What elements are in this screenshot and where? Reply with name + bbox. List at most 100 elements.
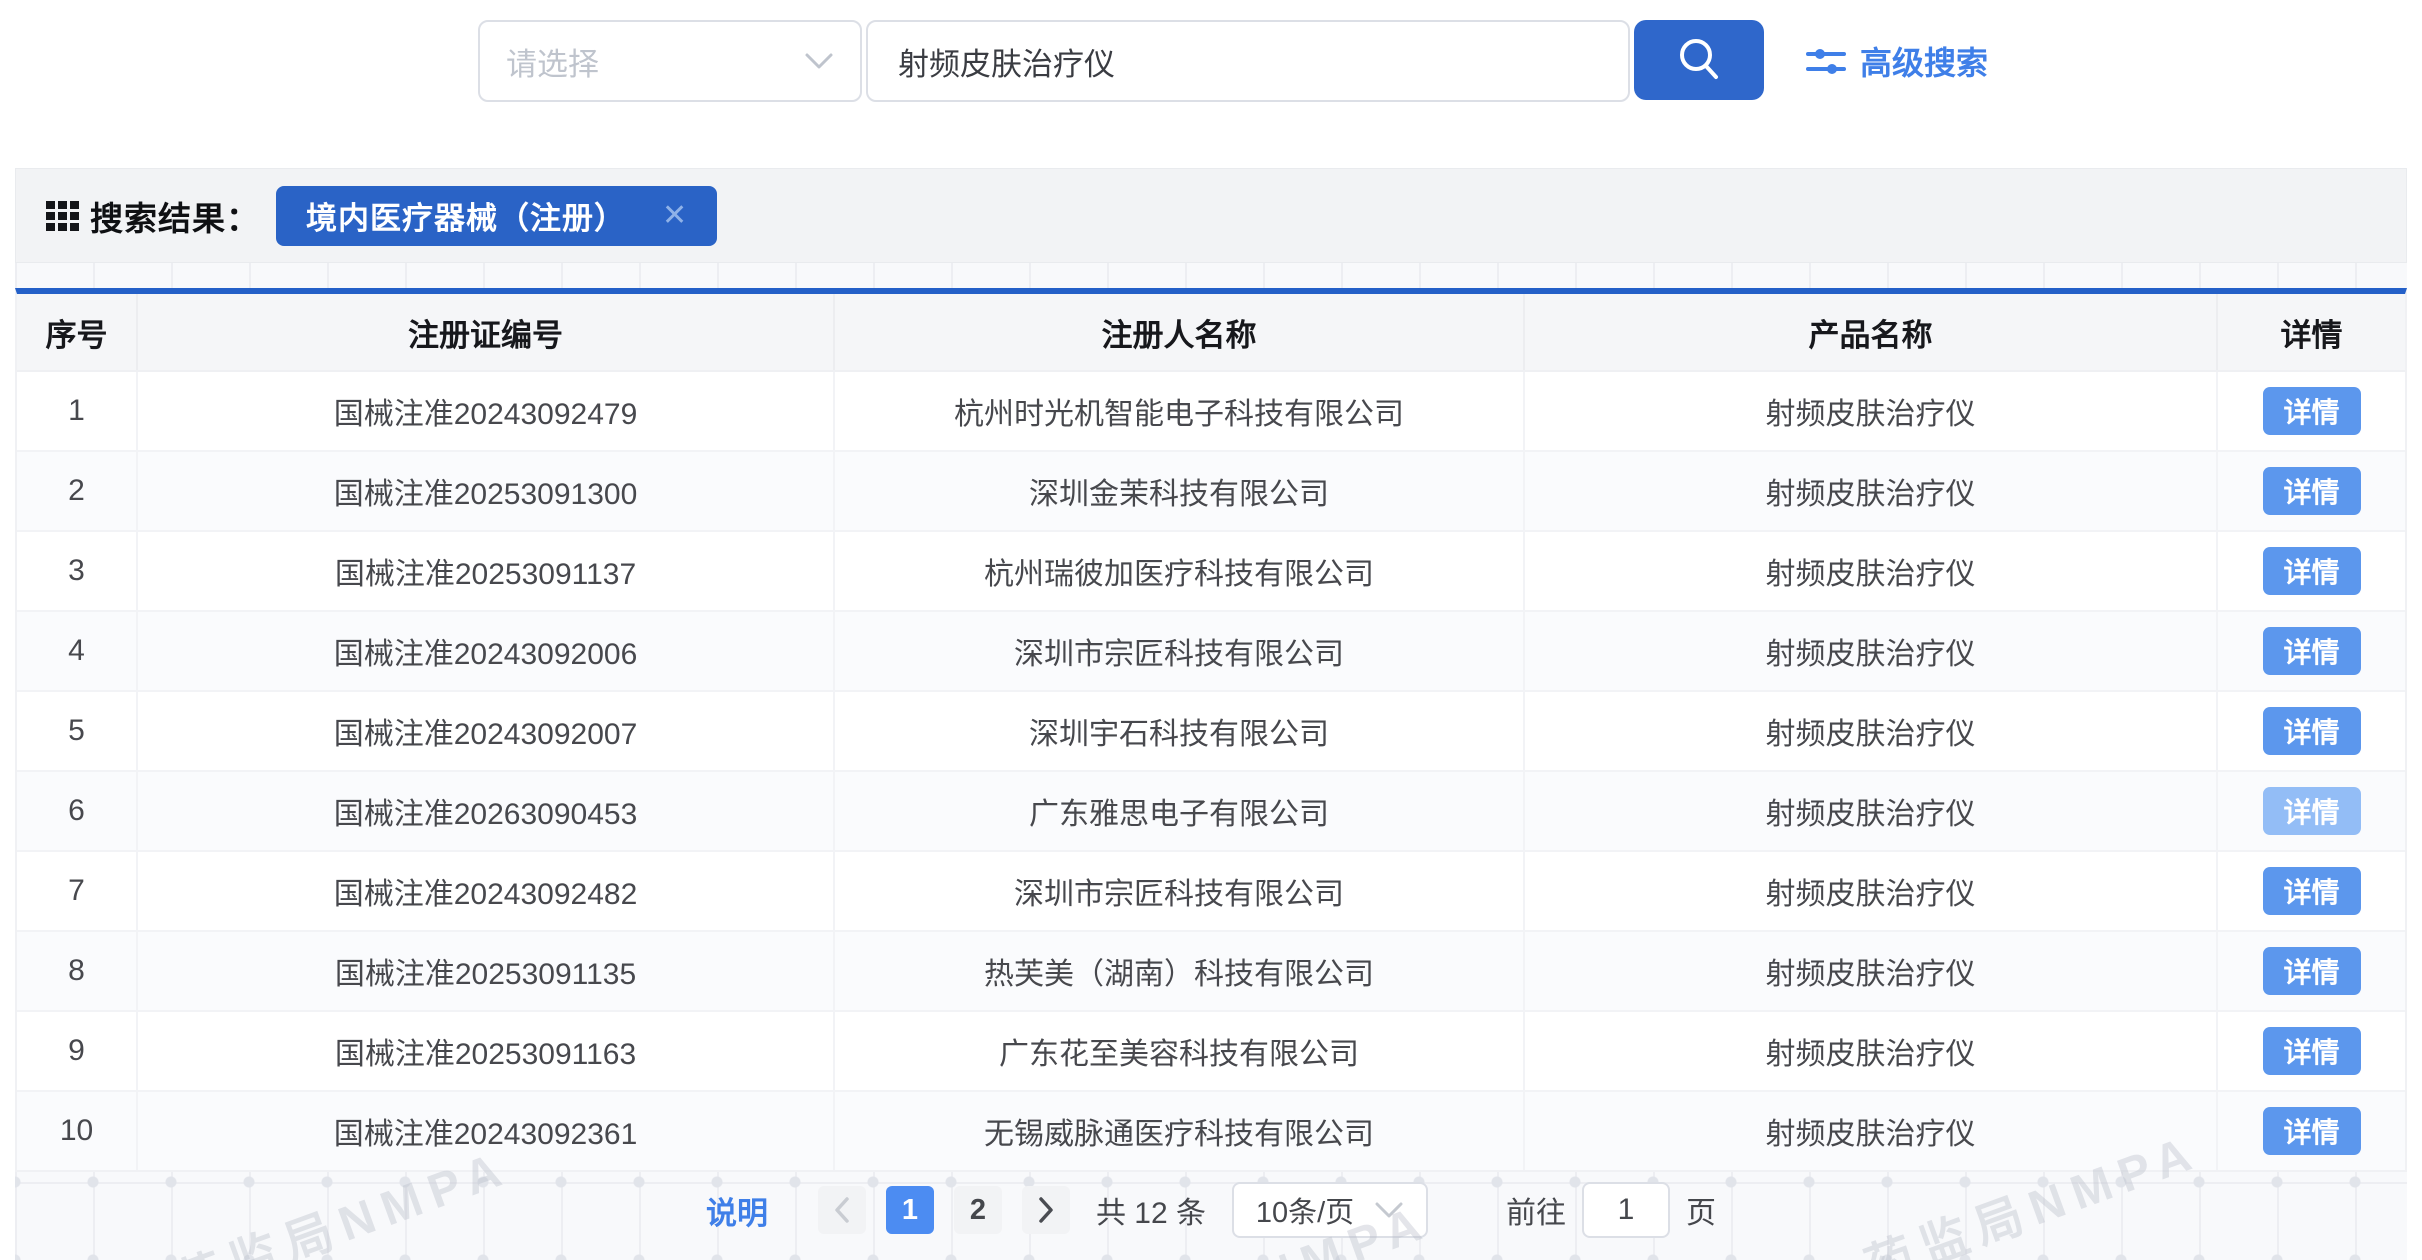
goto-label: 前往 xyxy=(1506,1188,1566,1232)
row-index: 1 xyxy=(17,371,137,451)
row-index: 5 xyxy=(17,691,137,771)
page-button-2[interactable]: 2 xyxy=(954,1186,1002,1234)
detail-button[interactable]: 详情 xyxy=(2263,547,2361,595)
detail-cell: 详情 xyxy=(2217,851,2405,931)
registrant-name: 深圳金茉科技有限公司 xyxy=(834,451,1524,531)
detail-button[interactable]: 详情 xyxy=(2263,467,2361,515)
total-count: 共 12 条 xyxy=(1096,1188,1206,1232)
registration-number: 国械注准20253091135 xyxy=(137,931,834,1011)
registrant-name: 广东雅思电子有限公司 xyxy=(834,771,1524,851)
table-row: 10国械注准20243092361无锡威脉通医疗科技有限公司射频皮肤治疗仪详情 xyxy=(17,1091,2405,1171)
results-table: 序号注册证编号注册人名称产品名称详情 1国械注准20243092479杭州时光机… xyxy=(15,288,2407,1172)
column-header-0: 序号 xyxy=(17,294,137,371)
search-button[interactable] xyxy=(1634,20,1764,100)
row-index: 8 xyxy=(17,931,137,1011)
registration-number: 国械注准20253091300 xyxy=(137,451,834,531)
chevron-down-icon xyxy=(1374,1201,1404,1219)
advanced-search-label: 高级搜索 xyxy=(1860,38,1988,84)
table-row: 1国械注准20243092479杭州时光机智能电子科技有限公司射频皮肤治疗仪详情 xyxy=(17,371,2405,451)
detail-button[interactable]: 详情 xyxy=(2263,707,2361,755)
product-name: 射频皮肤治疗仪 xyxy=(1524,451,2217,531)
detail-button[interactable]: 详情 xyxy=(2263,627,2361,675)
table-row: 8国械注准20253091135热芙美（湖南）科技有限公司射频皮肤治疗仪详情 xyxy=(17,931,2405,1011)
table-row: 9国械注准20253091163广东花至美容科技有限公司射频皮肤治疗仪详情 xyxy=(17,1011,2405,1091)
note-link[interactable]: 说明 xyxy=(706,1188,768,1233)
column-header-1: 注册证编号 xyxy=(137,294,834,371)
product-name: 射频皮肤治疗仪 xyxy=(1524,691,2217,771)
table-row: 3国械注准20253091137杭州瑞彼加医疗科技有限公司射频皮肤治疗仪详情 xyxy=(17,531,2405,611)
registration-number: 国械注准20253091137 xyxy=(137,531,834,611)
registration-number: 国械注准20243092007 xyxy=(137,691,834,771)
detail-button[interactable]: 详情 xyxy=(2263,387,2361,435)
product-name: 射频皮肤治疗仪 xyxy=(1524,851,2217,931)
close-icon[interactable]: ✕ xyxy=(662,201,687,231)
row-index: 2 xyxy=(17,451,137,531)
detail-cell: 详情 xyxy=(2217,931,2405,1011)
detail-button[interactable]: 详情 xyxy=(2263,867,2361,915)
detail-button[interactable]: 详情 xyxy=(2263,787,2361,835)
detail-cell: 详情 xyxy=(2217,371,2405,451)
page-buttons: 12 xyxy=(876,1186,1012,1234)
results-panel: 搜索结果： 境内医疗器械（注册） ✕ 序号注册证编号注册人名称产品名称详情 1国… xyxy=(15,168,2407,1260)
goto-suffix: 页 xyxy=(1686,1188,1716,1232)
product-name: 射频皮肤治疗仪 xyxy=(1524,1091,2217,1171)
page-size-select[interactable]: 10条/页 xyxy=(1232,1182,1428,1238)
registrant-name: 深圳市宗匠科技有限公司 xyxy=(834,611,1524,691)
table-row: 7国械注准20243092482深圳市宗匠科技有限公司射频皮肤治疗仪详情 xyxy=(17,851,2405,931)
filter-tag[interactable]: 境内医疗器械（注册） ✕ xyxy=(276,186,717,246)
page-size-value: 10条/页 xyxy=(1256,1189,1354,1231)
registration-number: 国械注准20243092006 xyxy=(137,611,834,691)
grid-icon xyxy=(46,199,80,233)
registrant-name: 杭州时光机智能电子科技有限公司 xyxy=(834,371,1524,451)
search-icon xyxy=(1671,32,1727,88)
category-select[interactable]: 请选择 xyxy=(478,20,862,102)
registrant-name: 深圳市宗匠科技有限公司 xyxy=(834,851,1524,931)
search-input[interactable] xyxy=(866,20,1630,102)
detail-cell: 详情 xyxy=(2217,611,2405,691)
row-index: 9 xyxy=(17,1011,137,1091)
next-page-button[interactable] xyxy=(1022,1186,1070,1234)
table-row: 2国械注准20253091300深圳金茉科技有限公司射频皮肤治疗仪详情 xyxy=(17,451,2405,531)
search-bar: 请选择 高级搜索 xyxy=(0,0,2422,168)
registrant-name: 广东花至美容科技有限公司 xyxy=(834,1011,1524,1091)
detail-cell: 详情 xyxy=(2217,691,2405,771)
table-row: 6国械注准20263090453广东雅思电子有限公司射频皮肤治疗仪详情 xyxy=(17,771,2405,851)
filter-icon xyxy=(1806,42,1846,80)
detail-cell: 详情 xyxy=(2217,771,2405,851)
chevron-left-icon xyxy=(832,1195,852,1225)
registration-number: 国械注准20243092479 xyxy=(137,371,834,451)
row-index: 4 xyxy=(17,611,137,691)
registration-number: 国械注准20263090453 xyxy=(137,771,834,851)
registrant-name: 无锡威脉通医疗科技有限公司 xyxy=(834,1091,1524,1171)
chevron-down-icon xyxy=(804,52,834,70)
row-index: 6 xyxy=(17,771,137,851)
product-name: 射频皮肤治疗仪 xyxy=(1524,371,2217,451)
product-name: 射频皮肤治疗仪 xyxy=(1524,931,2217,1011)
registration-number: 国械注准20243092482 xyxy=(137,851,834,931)
detail-button[interactable]: 详情 xyxy=(2263,1027,2361,1075)
detail-button[interactable]: 详情 xyxy=(2263,1107,2361,1155)
prev-page-button[interactable] xyxy=(818,1186,866,1234)
results-label: 搜索结果： xyxy=(90,192,260,240)
column-header-2: 注册人名称 xyxy=(834,294,1524,371)
detail-cell: 详情 xyxy=(2217,1011,2405,1091)
registrant-name: 热芙美（湖南）科技有限公司 xyxy=(834,931,1524,1011)
detail-button[interactable]: 详情 xyxy=(2263,947,2361,995)
registrant-name: 杭州瑞彼加医疗科技有限公司 xyxy=(834,531,1524,611)
advanced-search-link[interactable]: 高级搜索 xyxy=(1806,20,1988,102)
product-name: 射频皮肤治疗仪 xyxy=(1524,1011,2217,1091)
pagination: 说明 12 共 12 条 10条/页 前往 页 xyxy=(15,1182,2407,1238)
detail-cell: 详情 xyxy=(2217,531,2405,611)
table-header-row: 序号注册证编号注册人名称产品名称详情 xyxy=(17,294,2405,371)
table-row: 5国械注准20243092007深圳宇石科技有限公司射频皮肤治疗仪详情 xyxy=(17,691,2405,771)
page-button-1[interactable]: 1 xyxy=(886,1186,934,1234)
filter-tag-label: 境内医疗器械（注册） xyxy=(306,193,626,238)
product-name: 射频皮肤治疗仪 xyxy=(1524,611,2217,691)
chevron-right-icon xyxy=(1036,1195,1056,1225)
row-index: 3 xyxy=(17,531,137,611)
table-body: 1国械注准20243092479杭州时光机智能电子科技有限公司射频皮肤治疗仪详情… xyxy=(17,371,2405,1171)
detail-cell: 详情 xyxy=(2217,451,2405,531)
goto-page-input[interactable] xyxy=(1582,1182,1670,1238)
column-header-3: 产品名称 xyxy=(1524,294,2217,371)
registrant-name: 深圳宇石科技有限公司 xyxy=(834,691,1524,771)
